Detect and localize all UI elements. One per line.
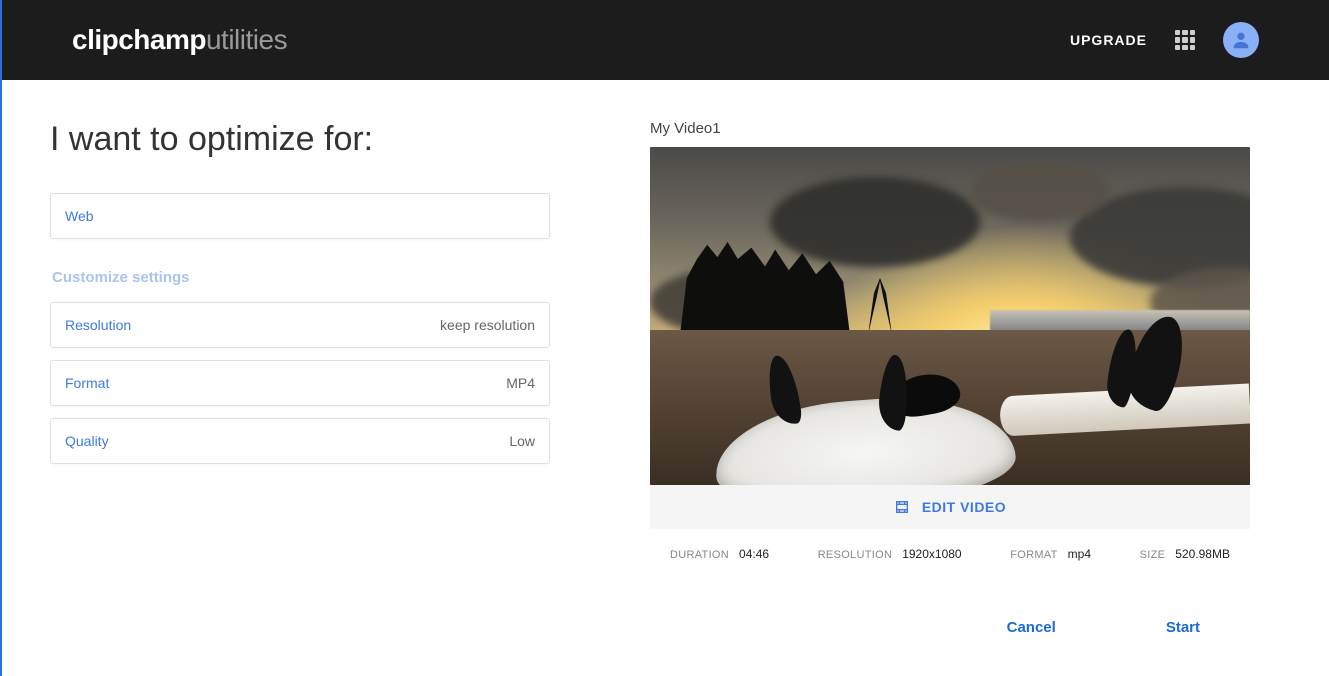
cancel-button[interactable]: Cancel	[1007, 619, 1056, 636]
edit-video-label: EDIT VIDEO	[922, 499, 1006, 515]
action-bar: Cancel Start	[650, 569, 1250, 636]
quality-select[interactable]: Quality Low	[50, 418, 550, 464]
meta-duration-key: DURATION	[670, 549, 729, 561]
resolution-label: Resolution	[65, 317, 131, 333]
preset-select[interactable]: Web	[50, 193, 550, 239]
quality-value: Low	[509, 433, 535, 449]
apps-icon[interactable]	[1175, 30, 1195, 50]
quality-label: Quality	[65, 433, 109, 449]
logo-brand: clipchamp	[72, 24, 206, 55]
customize-toggle[interactable]: Customize settings	[52, 269, 550, 286]
meta-size-value: 520.98MB	[1175, 547, 1230, 561]
settings-panel: I want to optimize for: Web Customize se…	[50, 120, 550, 636]
user-icon	[1230, 29, 1252, 51]
format-select[interactable]: Format MP4	[50, 360, 550, 406]
logo: clipchamputilities	[72, 24, 287, 56]
preset-label: Web	[65, 208, 94, 224]
meta-format: FORMAT mp4	[1010, 547, 1091, 561]
meta-resolution: RESOLUTION 1920x1080	[818, 547, 962, 561]
meta-resolution-key: RESOLUTION	[818, 549, 893, 561]
meta-duration: DURATION 04:46	[670, 547, 769, 561]
resolution-value: keep resolution	[440, 317, 535, 333]
video-metadata: DURATION 04:46 RESOLUTION 1920x1080 FORM…	[650, 529, 1250, 569]
resolution-select[interactable]: Resolution keep resolution	[50, 302, 550, 348]
page-title: I want to optimize for:	[50, 120, 550, 159]
video-preview[interactable]	[650, 147, 1250, 485]
film-icon	[894, 499, 910, 515]
preview-panel: My Video1 EDIT VIDEO DURATION 04:46 R	[650, 120, 1289, 636]
start-button[interactable]: Start	[1166, 619, 1200, 636]
upgrade-button[interactable]: UPGRADE	[1070, 32, 1147, 48]
meta-duration-value: 04:46	[739, 547, 769, 561]
meta-size: SIZE 520.98MB	[1140, 547, 1230, 561]
meta-format-value: mp4	[1068, 547, 1091, 561]
avatar[interactable]	[1223, 22, 1259, 58]
main-content: I want to optimize for: Web Customize se…	[2, 80, 1329, 666]
logo-sub: utilities	[206, 24, 287, 55]
header-actions: UPGRADE	[1070, 22, 1259, 58]
edit-video-button[interactable]: EDIT VIDEO	[650, 485, 1250, 529]
app-header: clipchamputilities UPGRADE	[2, 0, 1329, 80]
video-title: My Video1	[650, 120, 1289, 137]
meta-format-key: FORMAT	[1010, 549, 1057, 561]
format-value: MP4	[506, 375, 535, 391]
meta-size-key: SIZE	[1140, 549, 1166, 561]
meta-resolution-value: 1920x1080	[902, 547, 961, 561]
format-label: Format	[65, 375, 109, 391]
